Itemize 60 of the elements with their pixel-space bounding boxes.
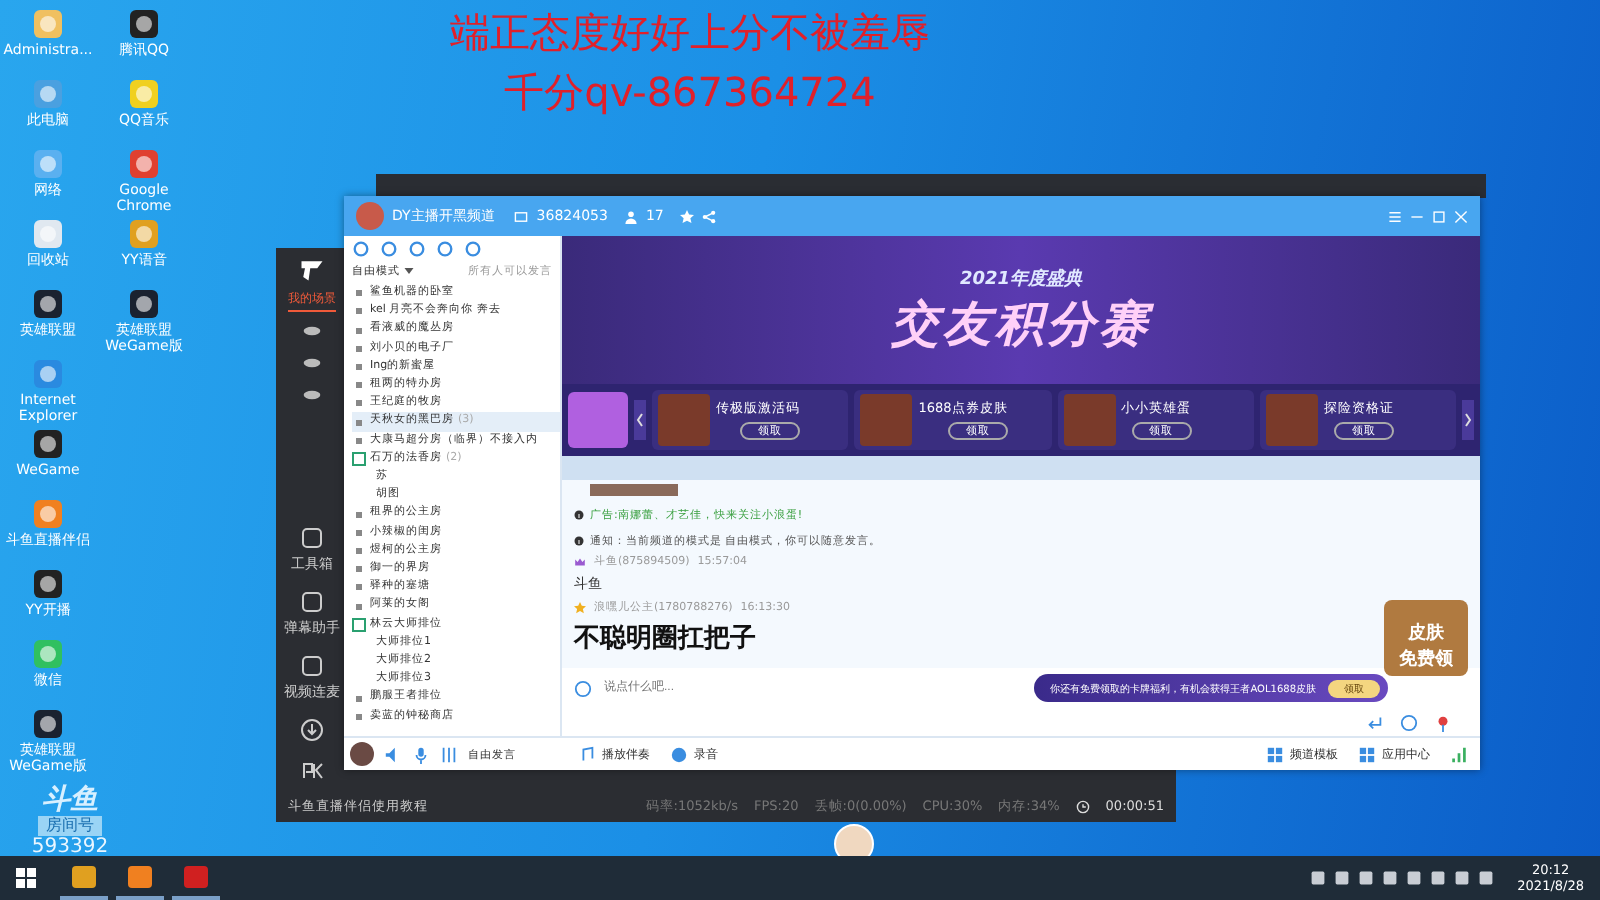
tool-icon bbox=[300, 590, 324, 614]
grid-icon bbox=[1358, 745, 1376, 763]
app-icon bbox=[128, 78, 160, 110]
caret-icon bbox=[404, 267, 414, 274]
app-icon bbox=[32, 358, 64, 390]
record-icon bbox=[670, 745, 688, 763]
app-icon bbox=[128, 148, 160, 180]
logo-icon bbox=[298, 256, 326, 284]
game-artwork bbox=[1265, 394, 1318, 446]
app-icon bbox=[32, 638, 64, 670]
eye-icon[interactable] bbox=[302, 390, 322, 400]
share-icon[interactable] bbox=[701, 209, 716, 223]
image-placeholder bbox=[590, 484, 678, 496]
overlay-text: 端正态度好好上分不被羞辱 bbox=[450, 8, 930, 56]
enter-icon[interactable] bbox=[1366, 713, 1384, 731]
game-artwork bbox=[860, 394, 913, 446]
brand-logo: 斗鱼 bbox=[42, 786, 98, 816]
tool-icon bbox=[300, 654, 324, 678]
app-icon bbox=[32, 288, 64, 320]
avatar bbox=[350, 742, 374, 766]
info-icon bbox=[574, 536, 584, 546]
info-icon bbox=[574, 510, 584, 520]
app-icon bbox=[32, 568, 64, 600]
download-icon[interactable] bbox=[300, 718, 324, 742]
event-banner[interactable]: 2021年度盛典 交友积分赛 bbox=[562, 236, 1480, 384]
room-icon bbox=[514, 209, 529, 223]
skin-ad[interactable]: 皮肤 免费领 bbox=[1384, 600, 1468, 676]
room-label: 房间号 bbox=[38, 816, 102, 836]
star-icon[interactable] bbox=[679, 209, 694, 223]
app-icon bbox=[32, 78, 64, 110]
microphone-icon[interactable] bbox=[412, 745, 430, 763]
room-number: 593392 bbox=[31, 836, 109, 858]
app-icon bbox=[128, 8, 160, 40]
app-icon bbox=[32, 218, 64, 250]
app-icon bbox=[32, 498, 64, 530]
eye-icon[interactable] bbox=[302, 326, 322, 336]
app-icon bbox=[32, 708, 64, 740]
app-icon bbox=[32, 8, 64, 40]
signal-icon bbox=[1450, 745, 1468, 763]
app-icon bbox=[128, 288, 160, 320]
pk-icon[interactable] bbox=[300, 758, 324, 782]
clock-icon bbox=[1075, 799, 1090, 813]
message-text: 不聪明圈扛把子 bbox=[574, 622, 756, 656]
star-icon bbox=[574, 601, 586, 613]
game-artwork bbox=[658, 394, 710, 446]
equalizer-icon[interactable] bbox=[440, 745, 458, 763]
tool-icon bbox=[300, 526, 324, 550]
app-icon bbox=[32, 148, 64, 180]
app-icon bbox=[32, 428, 64, 460]
avatar bbox=[356, 202, 384, 230]
menu-icon[interactable] bbox=[1388, 209, 1402, 223]
eye-icon[interactable] bbox=[302, 358, 322, 368]
crown-icon bbox=[574, 555, 586, 567]
close-icon[interactable] bbox=[1454, 209, 1468, 223]
game-artwork bbox=[1063, 394, 1115, 446]
grid-icon bbox=[1266, 745, 1284, 763]
user-icon bbox=[623, 209, 638, 223]
overlay-text: 千分qv-867364724 bbox=[504, 68, 876, 116]
windows-start-icon[interactable] bbox=[16, 868, 36, 888]
app-icon bbox=[128, 218, 160, 250]
